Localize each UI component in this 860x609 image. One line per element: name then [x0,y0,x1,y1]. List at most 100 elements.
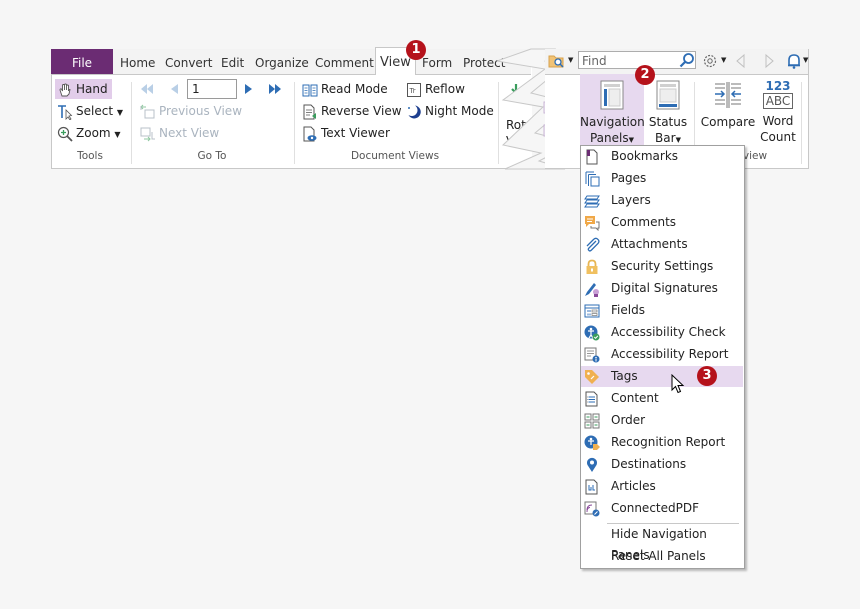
reflow-button[interactable]: Tr Reflow [406,79,465,99]
bell-icon [788,54,800,69]
chevron-down-icon: ▼ [675,136,681,144]
tab-convert[interactable]: Convert [165,49,212,74]
previous-page-button[interactable] [168,82,180,99]
reverse-view-label: Reverse View [321,104,402,118]
svg-text:Tr: Tr [409,87,416,95]
search-icon [679,53,694,68]
tab-home[interactable]: Home [120,49,155,74]
zoom-label: Zoom [76,126,111,140]
forward-button[interactable] [763,53,775,72]
chevron-down-icon: ▼ [628,136,634,144]
text-viewer-label: Text Viewer [321,126,390,140]
menu-item-security-settings[interactable]: Security Settings [581,256,743,277]
next-page-icon [245,84,252,94]
step-badge-2: 2 [635,65,655,85]
page-number-input[interactable]: 1 [187,79,237,99]
accessibility-check-icon [584,325,600,341]
next-view-icon [140,127,155,141]
word-count-label-1: Word [762,114,794,128]
reverse-view-button[interactable]: Reverse View [302,101,402,121]
mouse-cursor-icon [671,374,685,394]
articles-icon [585,479,598,495]
book-icon [302,84,318,96]
next-view-label: Next View [159,126,220,140]
next-view-button[interactable]: Next View [140,123,219,143]
tab-form[interactable]: Form [422,49,452,74]
tab-file[interactable]: File [51,49,113,74]
menu-item-recognition-report[interactable]: Recognition Report [581,432,743,453]
menu-item-connectedpdf[interactable]: ConnectedPDF [581,498,743,519]
back-button[interactable] [735,53,747,72]
navigation-panels-label-2: Panels [589,131,629,145]
menu-item-pages[interactable]: Pages [581,168,743,189]
night-mode-button[interactable]: Night Mode [406,101,494,121]
menu-item-fields[interactable]: Fields [581,300,743,321]
next-page-button[interactable] [243,82,255,99]
hand-label: Hand [76,82,108,96]
text-viewer-button[interactable]: Text Viewer [302,123,390,143]
menu-item-bookmarks[interactable]: Bookmarks [581,146,743,167]
status-bar-button[interactable]: Status Bar▼ [646,80,690,148]
menu-item-content[interactable]: Content [581,388,743,409]
folder-search-icon [548,55,564,68]
read-mode-button[interactable]: Read Mode [302,79,388,99]
step-badge-3: 3 [697,366,717,386]
menu-item-tags[interactable]: Tags [581,366,743,387]
navigation-panels-button[interactable]: Navigation Panels▼ [580,80,645,148]
reflow-label: Reflow [425,82,465,96]
status-bar-icon [656,80,680,110]
pen-signature-icon [585,283,599,297]
chevron-down-icon: ▼ [114,130,121,139]
previous-page-icon [171,84,178,94]
chevron-down-icon: ▼ [568,56,574,64]
document-views-group-label: Document Views [350,150,440,162]
recognition-report-icon [584,435,600,450]
compare-button[interactable]: Compare [700,80,756,130]
tools-group-label: Tools [77,150,103,162]
find-folder-button[interactable] [548,53,566,72]
first-page-button[interactable] [140,82,156,99]
compare-label: Compare [700,115,756,129]
menu-item-reset-all-panels[interactable]: Reset All Panels [581,546,743,567]
pages-icon [585,171,600,187]
triangle-right-icon [765,53,774,69]
tag-icon [585,370,599,384]
fields-icon [584,304,600,318]
gear-icon [703,54,717,68]
menu-item-comments[interactable]: Comments [581,212,743,233]
menu-item-accessibility-report[interactable]: Accessibility Report [581,344,743,365]
tab-organize[interactable]: Organize [255,49,309,74]
divider [801,82,802,164]
text-viewer-icon [303,126,317,141]
menu-item-accessibility-check[interactable]: Accessibility Check [581,322,743,343]
previous-view-label: Previous View [159,104,243,118]
menu-item-layers[interactable]: Layers [581,190,743,211]
find-search-button[interactable] [679,52,695,71]
previous-view-button[interactable]: Previous View [140,101,242,121]
order-icon [584,413,600,429]
triangle-left-icon [736,53,745,69]
accessibility-report-icon [584,347,600,363]
zoom-button[interactable]: Zoom ▼ [57,123,121,143]
menu-item-attachments[interactable]: Attachments [581,234,743,255]
word-count-button[interactable]: 123 ABC Word Count [758,80,798,145]
last-page-button[interactable] [268,82,284,99]
navigation-panels-icon [600,80,624,110]
paperclip-icon [586,237,600,252]
menu-item-destinations[interactable]: Destinations [581,454,743,475]
tab-edit[interactable]: Edit [221,49,244,74]
select-button[interactable]: Select ▼ [57,101,123,121]
menu-item-order[interactable]: Order [581,410,743,431]
chevron-down-icon: ▼ [721,56,727,64]
menu-item-articles[interactable]: Articles [581,476,743,497]
tab-comment[interactable]: Comment [315,49,374,74]
chevron-down-icon: ▼ [116,108,124,117]
hand-button[interactable]: Hand [55,79,112,99]
quick-toolbar: ▼ Find ▼ ▼ [545,49,808,75]
content-icon [585,391,598,407]
notifications-button[interactable] [786,52,802,73]
menu-item-digital-signatures[interactable]: Digital Signatures [581,278,743,299]
settings-button[interactable] [702,53,718,72]
select-label: Select [76,104,114,118]
menu-item-hide-navigation-panels[interactable]: Hide Navigation Panels [581,524,743,562]
